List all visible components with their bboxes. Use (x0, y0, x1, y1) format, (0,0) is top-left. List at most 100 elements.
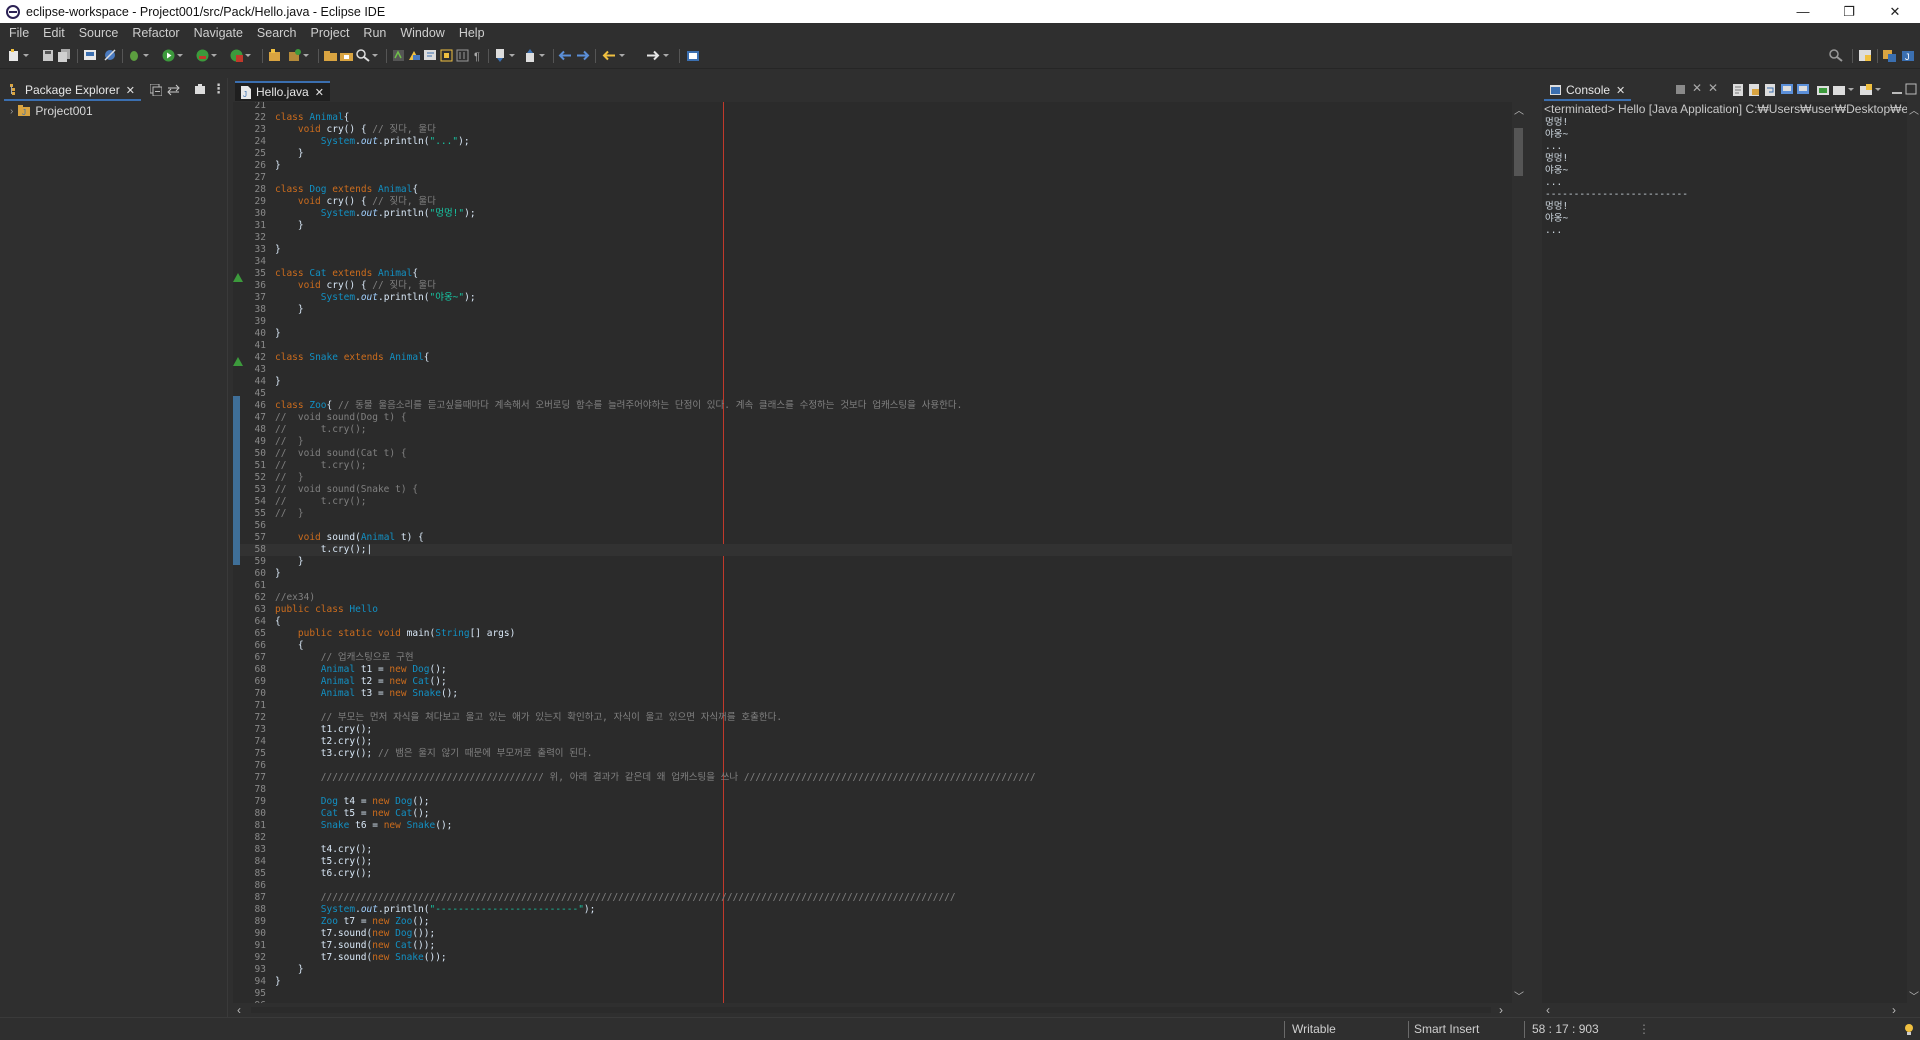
scroll-lock-icon[interactable] (1749, 84, 1761, 96)
console-view-icon[interactable] (84, 49, 96, 62)
code-line[interactable]: 37 System.out.println("야옹~"); (233, 292, 1512, 304)
back-dropdown-icon[interactable] (619, 54, 625, 57)
vertical-scrollbar[interactable]: ︿ ﹀ (1512, 102, 1525, 1003)
code-line[interactable]: 31 } (233, 220, 1512, 232)
next-annotation-icon[interactable] (494, 49, 507, 62)
tip-lightbulb-icon[interactable] (1904, 1023, 1914, 1036)
code-line[interactable]: 28 class Dog extends Animal{ (233, 184, 1512, 196)
next-annotation-dropdown-icon[interactable] (509, 54, 515, 57)
code-line[interactable]: 95 (233, 988, 1512, 1000)
run-dropdown-icon[interactable] (177, 54, 183, 57)
code-line[interactable]: 92 t7.sound(new Snake()); (233, 952, 1512, 964)
code-line[interactable]: 61 (233, 580, 1512, 592)
code-line[interactable]: 84 t5.cry(); (233, 856, 1512, 868)
code-line[interactable]: 49// } (233, 436, 1512, 448)
horizontal-scrollbar[interactable]: ‹ › (233, 1003, 1512, 1017)
code-line[interactable]: 94} (233, 976, 1512, 988)
code-line[interactable]: 73 t1.cry(); (233, 724, 1512, 736)
code-line[interactable]: 50// void sound(Cat t) { (233, 448, 1512, 460)
show-whitespace-icon[interactable] (456, 49, 469, 62)
show-console-on-stderr-icon[interactable] (1797, 84, 1809, 96)
code-line[interactable]: 72 // 부모는 먼저 자식을 쳐다보고 울고 있는 애가 있는지 확인하고,… (233, 712, 1512, 724)
open-perspective-icon[interactable] (1858, 49, 1872, 62)
new-package-icon[interactable] (288, 49, 301, 62)
minimize-view-icon[interactable] (1890, 82, 1904, 96)
code-line[interactable]: 34 (233, 256, 1512, 268)
code-line[interactable]: 39 (233, 316, 1512, 328)
coverage-icon[interactable] (196, 49, 209, 62)
code-line[interactable]: 42 class Snake extends Animal{ (233, 352, 1512, 364)
save-all-icon[interactable] (58, 49, 71, 62)
override-marker-icon[interactable] (233, 273, 243, 282)
view-menu-filter-icon[interactable] (194, 84, 206, 96)
close-icon[interactable]: ✕ (126, 84, 135, 97)
code-line[interactable]: 60} (233, 568, 1512, 580)
terminate-icon[interactable] (1675, 84, 1686, 95)
clear-console-icon[interactable] (1733, 84, 1745, 96)
code-line[interactable]: 77 /////////////////////////////////////… (233, 772, 1512, 784)
code-line[interactable]: 22 class Animal{ (233, 112, 1512, 124)
forward-icon[interactable] (646, 49, 660, 62)
code-line[interactable]: 44} (233, 376, 1512, 388)
pin-console-icon[interactable] (1817, 84, 1829, 96)
coverage-dropdown-icon[interactable] (211, 54, 217, 57)
code-line[interactable]: 30 System.out.println("멍멍!"); (233, 208, 1512, 220)
console-output[interactable]: <terminated> Hello [Java Application] C:… (1542, 102, 1907, 1003)
forward-dropdown-icon[interactable] (663, 54, 669, 57)
tree-item-project001[interactable]: › J Project001 (10, 104, 93, 118)
menu-source[interactable]: Source (72, 23, 126, 43)
code-line[interactable]: 80 Cat t5 = new Cat(); (233, 808, 1512, 820)
code-line[interactable]: 93 } (233, 964, 1512, 976)
display-console-dropdown-icon[interactable] (1848, 88, 1854, 91)
menu-file[interactable]: File (2, 23, 36, 43)
tab-console[interactable]: Console ✕ (1544, 81, 1632, 101)
code-line[interactable]: 76 (233, 760, 1512, 772)
code-line[interactable]: 43 (233, 364, 1512, 376)
tab-hello-java[interactable]: J Hello.java ✕ (235, 81, 330, 101)
code-line[interactable]: 41 (233, 340, 1512, 352)
close-icon[interactable]: ✕ (1616, 84, 1625, 97)
menu-project[interactable]: Project (304, 23, 357, 43)
code-line[interactable]: 27 (233, 172, 1512, 184)
code-line[interactable]: 32 (233, 232, 1512, 244)
code-line[interactable]: 55// } (233, 508, 1512, 520)
code-line[interactable]: 40} (233, 328, 1512, 340)
console-horizontal-scrollbar[interactable]: ‹ › (1542, 1003, 1907, 1017)
toggle-word-wrap-icon[interactable] (424, 49, 437, 62)
menu-search[interactable]: Search (250, 23, 304, 43)
scroll-right-icon[interactable]: › (1499, 1003, 1503, 1017)
pin-editor-icon[interactable] (686, 49, 700, 62)
code-line[interactable]: 24 System.out.println("..."); (233, 136, 1512, 148)
menu-navigate[interactable]: Navigate (187, 23, 250, 43)
open-task-icon[interactable] (340, 49, 353, 62)
remove-all-terminated-icon[interactable]: ✕ (1708, 81, 1718, 95)
java-perspective-icon[interactable]: J (1902, 49, 1916, 62)
code-line[interactable]: 83 t4.cry(); (233, 844, 1512, 856)
toggle-mark-occurrences-icon[interactable] (408, 49, 421, 62)
code-line[interactable]: 81 Snake t6 = new Snake(); (233, 820, 1512, 832)
debug-dropdown-icon[interactable] (143, 54, 149, 57)
code-line[interactable]: 86 (233, 880, 1512, 892)
view-menu-icon[interactable]: ⋮ (212, 81, 225, 97)
code-line[interactable]: 25 } (233, 148, 1512, 160)
collapse-all-icon[interactable] (150, 84, 162, 96)
code-line[interactable]: 48// t.cry(); (233, 424, 1512, 436)
code-line[interactable]: 67 // 업캐스팅으로 구현 (233, 652, 1512, 664)
open-console-icon[interactable] (1860, 84, 1872, 96)
code-line[interactable]: 75 t3.cry(); // 뱀은 울지 않기 때문에 부모꺼로 출력이 된다… (233, 748, 1512, 760)
code-line[interactable]: 68 Animal t1 = new Dog(); (233, 664, 1512, 676)
code-line[interactable]: 51// t.cry(); (233, 460, 1512, 472)
menu-edit[interactable]: Edit (36, 23, 72, 43)
open-console-dropdown-icon[interactable] (1875, 88, 1881, 91)
scroll-up-icon[interactable]: ︿ (1909, 102, 1919, 117)
code-line[interactable]: 65 public static void main(String[] args… (233, 628, 1512, 640)
code-line[interactable]: 71 (233, 700, 1512, 712)
console-vertical-scrollbar[interactable]: ︿ ﹀ (1907, 102, 1920, 1003)
display-selected-console-icon[interactable] (1833, 84, 1845, 96)
code-line[interactable]: 29 void cry() { // 짖다, 울다 (233, 196, 1512, 208)
external-tools-icon[interactable] (230, 49, 243, 62)
scroll-down-icon[interactable]: ﹀ (1514, 988, 1524, 1003)
menu-refactor[interactable]: Refactor (125, 23, 186, 43)
code-line[interactable]: 88 System.out.println("-----------------… (233, 904, 1512, 916)
status-cursor-position[interactable]: 58 : 17 : 903 (1532, 1022, 1599, 1036)
